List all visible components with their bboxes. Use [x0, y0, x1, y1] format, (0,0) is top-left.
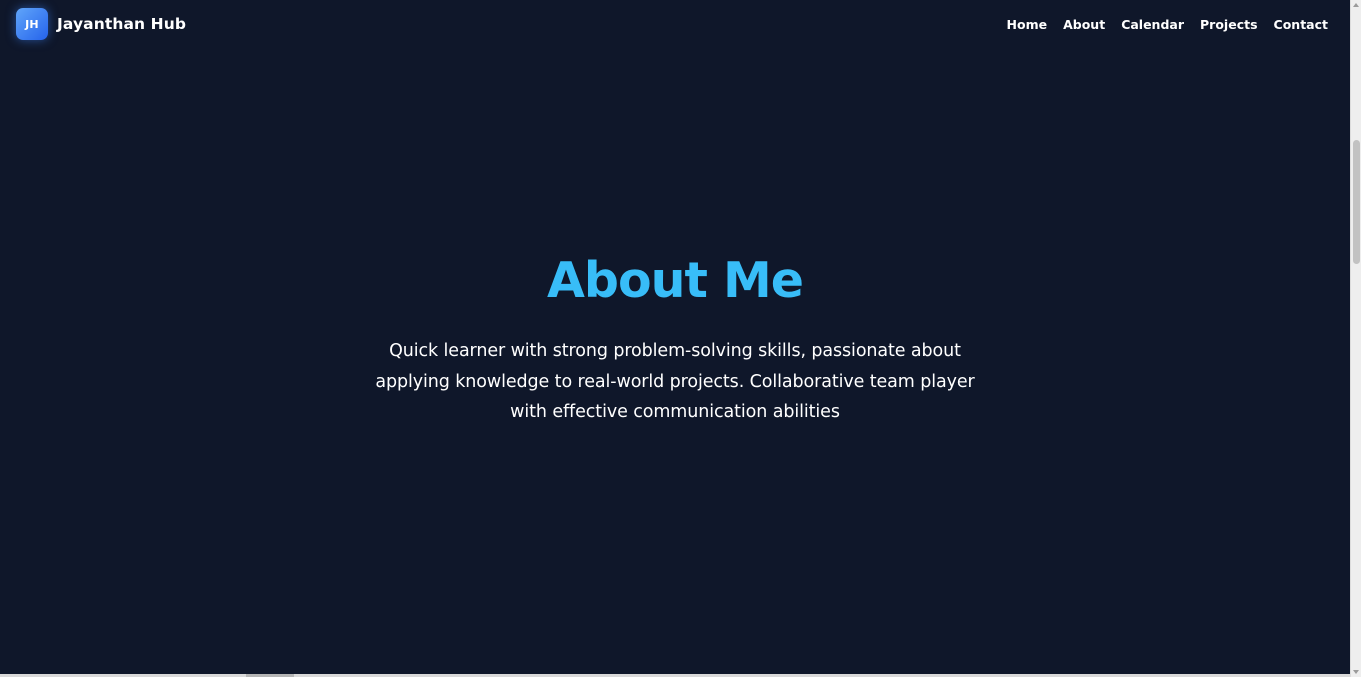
scroll-down-arrow-icon[interactable]: [1353, 670, 1359, 674]
site-header: JH Jayanthan Hub Home About Calendar Pro…: [0, 0, 1350, 48]
page: JH Jayanthan Hub Home About Calendar Pro…: [0, 0, 1350, 677]
nav-link-calendar[interactable]: Calendar: [1121, 17, 1184, 32]
nav-link-projects[interactable]: Projects: [1200, 17, 1258, 32]
jh-badge-icon: JH: [16, 8, 48, 40]
main-nav: Home About Calendar Projects Contact: [1007, 17, 1328, 32]
brand-home-link[interactable]: JH Jayanthan Hub: [16, 8, 186, 40]
scroll-up-arrow-icon[interactable]: [1353, 3, 1359, 7]
about-title: About Me: [546, 252, 804, 309]
nav-link-contact[interactable]: Contact: [1274, 17, 1328, 32]
nav-link-home[interactable]: Home: [1007, 17, 1048, 32]
vertical-scrollbar[interactable]: [1350, 0, 1361, 677]
about-section: About Me Quick learner with strong probl…: [0, 250, 1350, 428]
about-description: Quick learner with strong problem-solvin…: [375, 341, 975, 422]
brand-name: Jayanthan Hub: [57, 15, 187, 33]
vertical-scrollbar-thumb[interactable]: [1353, 140, 1360, 264]
nav-link-about[interactable]: About: [1063, 17, 1105, 32]
browser-viewport: JH Jayanthan Hub Home About Calendar Pro…: [0, 0, 1361, 677]
